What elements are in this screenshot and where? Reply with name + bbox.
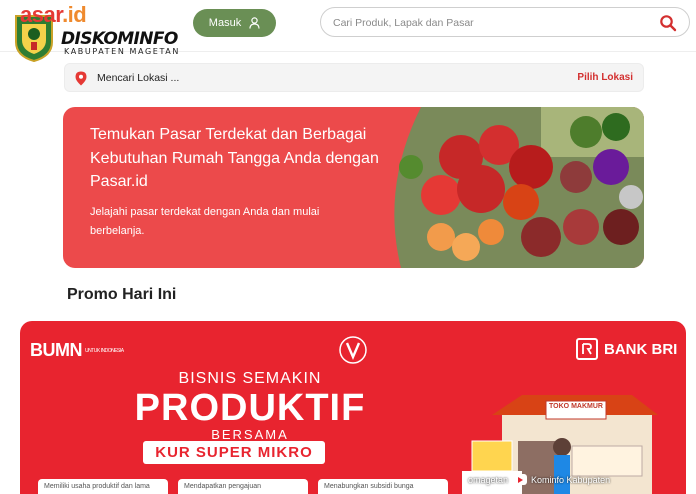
- hero-banner: Temukan Pasar Terdekat dan Berbagai Kebu…: [63, 107, 644, 268]
- kur-label: KUR SUPER MIKRO: [143, 441, 325, 464]
- search-bar: [320, 7, 690, 37]
- youtube-icon: [512, 474, 528, 485]
- brand-logo[interactable]: asar.id: [20, 2, 87, 28]
- brand-name: asar: [20, 2, 63, 27]
- hero-title: Temukan Pasar Terdekat dan Berbagai Kebu…: [90, 126, 379, 190]
- banner-headline-2: PRODUKTIF: [134, 387, 366, 429]
- login-label: Masuk: [208, 17, 242, 29]
- watermark: omagetan Kominfo Kabupaten: [468, 474, 610, 485]
- location-bar: Mencari Lokasi ... Pilih Lokasi: [64, 63, 644, 92]
- hero-subtitle: Jelajahi pasar terdekat dengan Anda dan …: [90, 206, 320, 237]
- page: asar.id DISKOMINFO KABUPATEN MAGETAN Mas…: [0, 0, 696, 494]
- kabupaten-label: KABUPATEN MAGETAN: [64, 47, 180, 56]
- watermark-prefix: omagetan: [468, 474, 509, 485]
- banner-headline-1: BISNIS SEMAKIN: [178, 370, 322, 387]
- brand-extension: .id: [62, 2, 87, 27]
- watermark-text: Kominfo Kabupaten: [531, 474, 611, 485]
- promo-section-title: Promo Hari Ini: [67, 286, 177, 303]
- info-card: Mendapatkan pengajuan: [178, 479, 308, 494]
- info-card: Menabungkan subsidi bunga: [318, 479, 448, 494]
- bumn-tagline: UNTUK INDONESIA: [85, 348, 124, 355]
- location-status: Mencari Lokasi ...: [97, 72, 180, 84]
- bri-logo: BANK BRI: [576, 338, 677, 360]
- login-button[interactable]: Masuk: [193, 9, 276, 37]
- choose-location-link[interactable]: Pilih Lokasi: [577, 72, 633, 83]
- promo-info-cards: Memiliki usaha produktif dan lama Mendap…: [38, 479, 458, 494]
- anniversary-logo-icon: [339, 336, 367, 364]
- diskominfo-logo: DISKOMINFO: [61, 29, 178, 49]
- store-sign: TOKO MAKMUR: [549, 403, 603, 410]
- bank-name: BANK BRI: [604, 340, 678, 358]
- header: asar.id DISKOMINFO KABUPATEN MAGETAN Mas…: [0, 0, 696, 62]
- location-pin-icon: [75, 71, 87, 86]
- banner-headline-3: BERSAMA: [211, 427, 289, 442]
- bri-box-icon: [576, 338, 598, 360]
- search-input[interactable]: [333, 14, 643, 32]
- bumn-logo: BUMN UNTUK INDONESIA: [30, 340, 124, 361]
- info-card: Memiliki usaha produktif dan lama: [38, 479, 168, 494]
- search-icon[interactable]: [659, 14, 677, 32]
- vegetables-image: [394, 107, 644, 268]
- user-icon: [249, 17, 260, 29]
- promo-banner[interactable]: BUMN UNTUK INDONESIA BANK BRI BISNIS SEMA…: [20, 321, 686, 494]
- bumn-text: BUMN: [30, 340, 83, 360]
